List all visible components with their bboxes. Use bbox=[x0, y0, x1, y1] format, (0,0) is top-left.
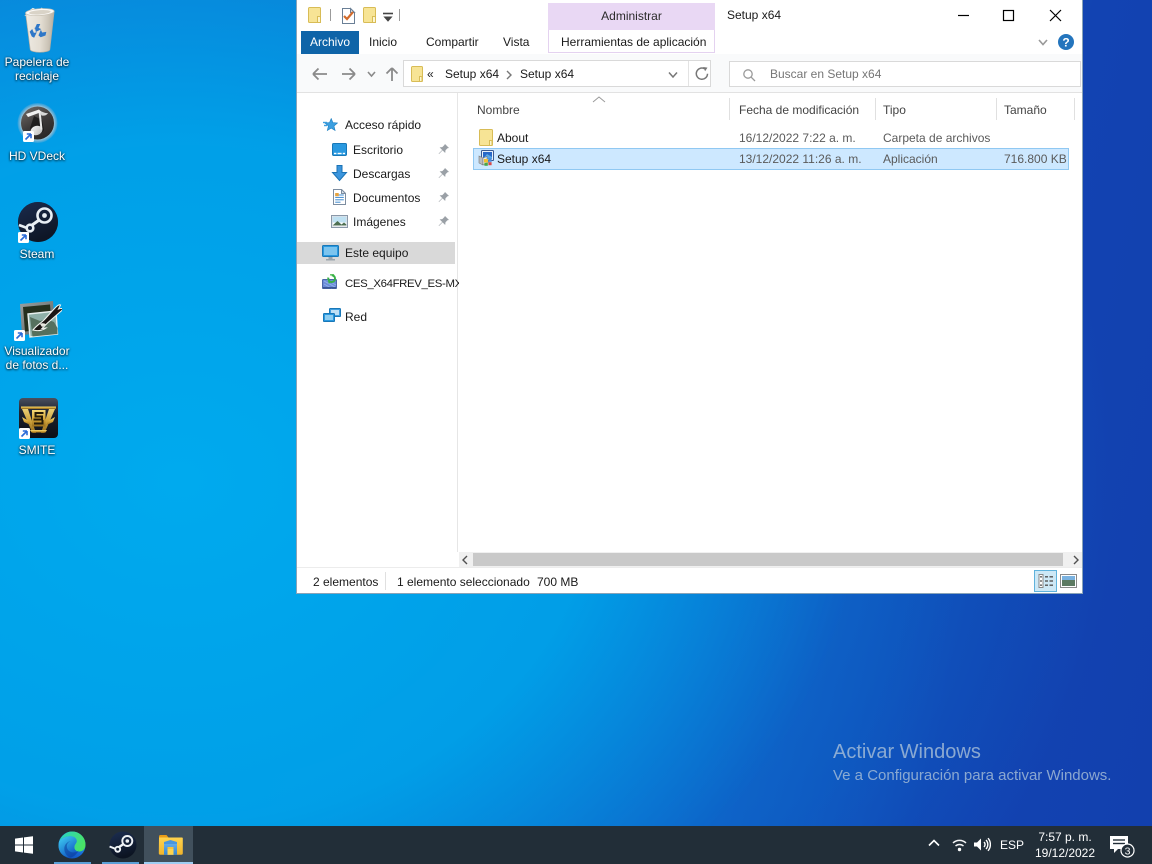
svg-text:?: ? bbox=[1062, 36, 1069, 50]
svg-text:3: 3 bbox=[1125, 846, 1131, 858]
